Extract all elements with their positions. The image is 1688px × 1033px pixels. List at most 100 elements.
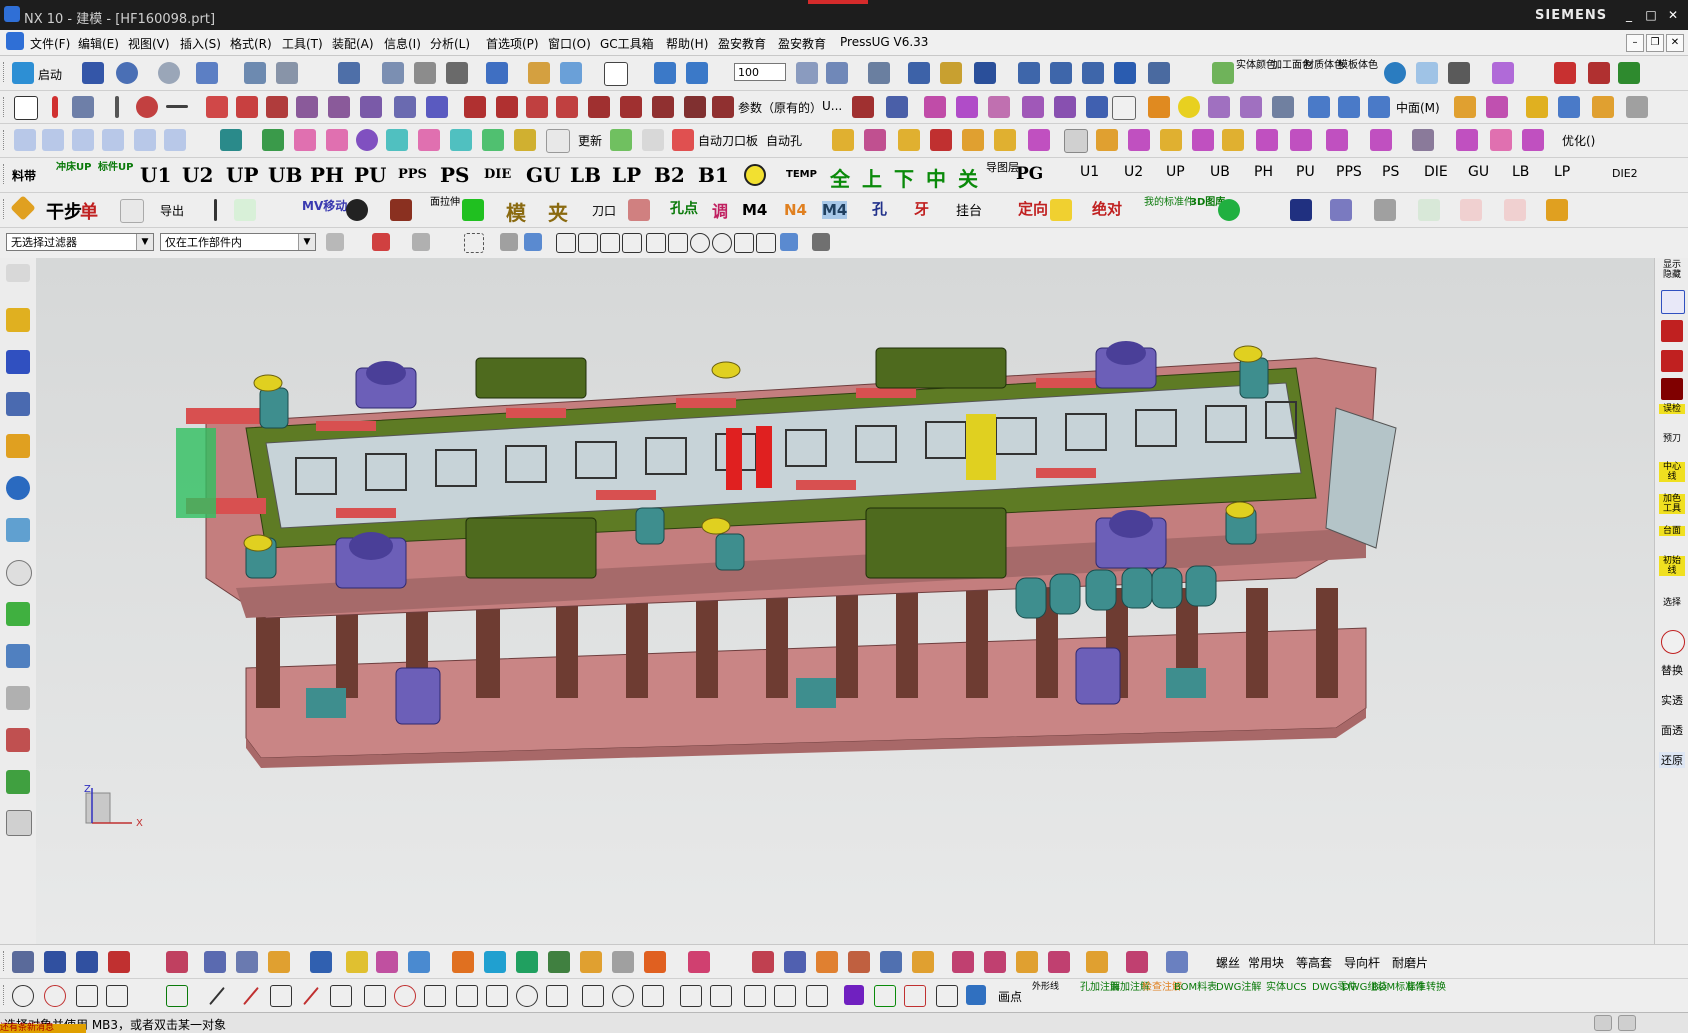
die2-button[interactable]: DIE2 xyxy=(1612,167,1638,180)
guide-rod-button[interactable]: 导向杆 xyxy=(1344,954,1380,971)
mold-19-icon[interactable] xyxy=(1456,129,1478,151)
solid-transparent-button[interactable]: 实透 xyxy=(1659,692,1685,708)
menu-preferences[interactable]: 首选项(P) xyxy=(486,35,539,52)
mold-5-icon[interactable] xyxy=(962,129,984,151)
wear-plate-button[interactable]: 耐磨片 xyxy=(1392,954,1428,971)
dimension-icon[interactable] xyxy=(1114,62,1136,84)
plus-icon[interactable] xyxy=(462,199,484,221)
tool-4-icon[interactable] xyxy=(1558,96,1580,118)
text-t-icon[interactable] xyxy=(1588,62,1610,84)
wcs-icon[interactable] xyxy=(826,62,848,84)
transform-icon[interactable] xyxy=(686,62,708,84)
doc-close-icon[interactable]: ✕ xyxy=(1666,34,1684,52)
cross-icon[interactable] xyxy=(496,96,518,118)
bt-16-icon[interactable] xyxy=(580,951,602,973)
bt-23-icon[interactable] xyxy=(848,951,870,973)
graphics-window[interactable]: X Z xyxy=(36,258,1654,944)
select-label[interactable]: 选择 xyxy=(1659,598,1685,608)
fillet-curve-icon[interactable] xyxy=(526,96,548,118)
hammer-icon[interactable] xyxy=(940,62,962,84)
plate-die-button[interactable]: DIE xyxy=(484,167,511,182)
mold-button[interactable]: 模 xyxy=(506,197,526,226)
angle-icon[interactable] xyxy=(852,96,874,118)
fit-view-icon[interactable] xyxy=(196,62,218,84)
initial-icon[interactable] xyxy=(610,129,632,151)
nx-logo-icon[interactable] xyxy=(6,32,24,50)
thread-button[interactable]: 牙 xyxy=(914,198,929,219)
bt-25-icon[interactable] xyxy=(912,951,934,973)
plate-up-button[interactable]: UP xyxy=(226,163,258,187)
bt-32-icon[interactable] xyxy=(1166,951,1188,973)
gear-color-icon[interactable] xyxy=(1492,62,1514,84)
adjust-button[interactable]: 调 xyxy=(712,198,728,222)
mv-move-button[interactable]: MV移动 xyxy=(302,197,347,214)
mold-1-icon[interactable] xyxy=(832,129,854,151)
measure-icon[interactable] xyxy=(908,62,930,84)
bt-14-icon[interactable] xyxy=(516,951,538,973)
line-4-icon[interactable] xyxy=(303,986,319,1006)
surface-4-icon[interactable] xyxy=(1022,96,1044,118)
solid-color-icon[interactable] xyxy=(1212,62,1234,84)
bt-27-icon[interactable] xyxy=(984,951,1006,973)
plane-2-icon[interactable] xyxy=(1338,96,1360,118)
bt-28-icon[interactable] xyxy=(1016,951,1038,973)
bt-20-icon[interactable] xyxy=(752,951,774,973)
tool-a-icon[interactable] xyxy=(1330,199,1352,221)
section-icon[interactable] xyxy=(414,62,436,84)
move-lb-button[interactable]: LB xyxy=(1512,164,1529,180)
pre-cut-label[interactable]: 预刀 xyxy=(1659,434,1685,444)
arc-2-icon[interactable] xyxy=(394,985,416,1007)
polygon-icon[interactable] xyxy=(76,985,98,1007)
snap-control-icon[interactable] xyxy=(600,233,620,253)
sphere-icon[interactable] xyxy=(1384,62,1406,84)
safety-block-icon[interactable] xyxy=(418,129,440,151)
scope-filter-select[interactable]: 仅在工作部件内 ▼ xyxy=(160,233,316,251)
revolve-icon[interactable] xyxy=(236,96,258,118)
plate-lb-button[interactable]: LB xyxy=(570,163,601,187)
point-icon[interactable] xyxy=(115,96,119,118)
fillet-icon[interactable] xyxy=(166,985,188,1007)
mesh-icon[interactable] xyxy=(886,96,908,118)
tool-5-icon[interactable] xyxy=(1592,96,1614,118)
mold-7-icon[interactable] xyxy=(1028,129,1050,151)
shape-1-icon[interactable] xyxy=(1208,96,1230,118)
mold-10-icon[interactable] xyxy=(1128,129,1150,151)
align-icon[interactable] xyxy=(1050,62,1072,84)
plate-gu-button[interactable]: GU xyxy=(526,163,561,187)
orient-icon[interactable] xyxy=(244,62,266,84)
constraint-icon[interactable] xyxy=(1018,62,1040,84)
cutter-label[interactable]: 刀口 xyxy=(592,202,616,219)
move-2-icon[interactable] xyxy=(680,985,702,1007)
std-up-label[interactable]: 标件UP xyxy=(98,162,133,173)
bt-11-icon[interactable] xyxy=(408,951,430,973)
mate-icon[interactable] xyxy=(1082,62,1104,84)
face-transparent-button[interactable]: 面透 xyxy=(1659,722,1685,738)
snap-midpoint-icon[interactable] xyxy=(578,233,598,253)
redo-icon[interactable] xyxy=(158,62,180,84)
restore-button[interactable]: 还原 xyxy=(1659,752,1685,768)
surface-6-icon[interactable] xyxy=(1086,96,1108,118)
mold-4-icon[interactable] xyxy=(930,129,952,151)
red-block-icon[interactable] xyxy=(1661,378,1683,400)
hang-button[interactable]: 挂台 xyxy=(956,200,982,219)
bt-26-icon[interactable] xyxy=(952,951,974,973)
part-navigator-icon[interactable] xyxy=(6,392,30,416)
menu-format[interactable]: 格式(R) xyxy=(230,35,272,52)
height-sleeve-button[interactable]: 等高套 xyxy=(1296,954,1332,971)
datum-icon[interactable] xyxy=(52,96,58,118)
snap-center-icon[interactable] xyxy=(690,233,710,253)
mold-12-icon[interactable] xyxy=(1192,129,1214,151)
select-tool-5-icon[interactable] xyxy=(500,233,518,251)
select-tool-3-icon[interactable] xyxy=(412,233,430,251)
snap-view-icon[interactable] xyxy=(276,62,298,84)
orient-button[interactable]: 定向 xyxy=(1018,198,1048,219)
project-icon[interactable] xyxy=(684,96,706,118)
library-icon[interactable] xyxy=(1546,199,1568,221)
mold-16-icon[interactable] xyxy=(1326,129,1348,151)
move-ph-button[interactable]: PH xyxy=(1254,164,1273,180)
pg-button[interactable]: PG xyxy=(1016,164,1043,184)
misinspect-label[interactable]: 误检 xyxy=(1659,404,1685,414)
nx-app-icon[interactable] xyxy=(4,6,20,22)
bt-19-icon[interactable] xyxy=(688,951,710,973)
snap-cross-icon[interactable] xyxy=(734,233,754,253)
